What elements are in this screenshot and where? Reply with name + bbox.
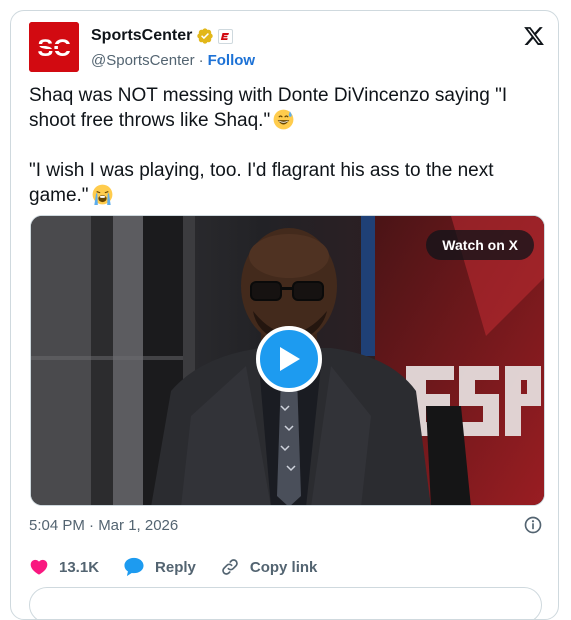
tweet-paragraph-1-text: Shaq was NOT messing with Donte DiVincen… xyxy=(29,85,508,131)
action-bar: 13.1K Reply Copy link xyxy=(29,556,317,578)
like-button[interactable]: 13.1K xyxy=(29,557,99,577)
like-count: 13.1K xyxy=(59,558,100,576)
video-thumbnail[interactable]: Watch on X xyxy=(30,215,545,506)
handle[interactable]: @SportsCenter xyxy=(91,52,195,69)
espn-logo-background xyxy=(406,366,541,436)
copy-link-label: Copy link xyxy=(249,558,318,576)
tweet-card: SC SportsCenter @SportsCenter · Follow S… xyxy=(10,10,559,620)
verified-badge-icon xyxy=(197,28,214,44)
avatar[interactable]: SC xyxy=(29,22,79,72)
heart-icon xyxy=(30,559,48,575)
separator-dot: · xyxy=(198,51,204,69)
read-replies-button[interactable] xyxy=(29,587,542,619)
loudly-crying-face-icon xyxy=(92,184,112,205)
copy-link-button[interactable]: Copy link xyxy=(220,557,318,577)
follow-button[interactable]: Follow xyxy=(208,52,256,69)
play-button[interactable] xyxy=(256,326,322,392)
x-logo-icon[interactable] xyxy=(523,25,545,47)
timestamp[interactable]: 5:04 PM · Mar 1, 2026 xyxy=(29,516,178,536)
play-icon xyxy=(280,347,300,371)
tweet-paragraph-2: "I wish I was playing, too. I'd flagrant… xyxy=(29,158,544,208)
reply-label: Reply xyxy=(155,558,196,576)
svg-text:SC: SC xyxy=(37,35,70,62)
display-name[interactable]: SportsCenter xyxy=(91,27,192,45)
link-icon xyxy=(222,559,238,575)
reply-bubble-icon xyxy=(124,557,144,577)
tweet-text: Shaq was NOT messing with Donte DiVincen… xyxy=(29,83,544,208)
watch-on-x-button[interactable]: Watch on X xyxy=(426,230,534,260)
handle-row: @SportsCenter · Follow xyxy=(91,50,255,70)
grinning-face-with-sweat-icon xyxy=(273,109,294,130)
info-icon[interactable] xyxy=(523,515,543,535)
name-row: SportsCenter xyxy=(91,26,234,46)
affiliate-badge-icon[interactable] xyxy=(218,28,234,44)
sportscenter-logo-icon: SC xyxy=(29,22,79,72)
reply-button[interactable]: Reply xyxy=(123,557,196,577)
tweet-paragraph-1: Shaq was NOT messing with Donte DiVincen… xyxy=(29,83,544,133)
